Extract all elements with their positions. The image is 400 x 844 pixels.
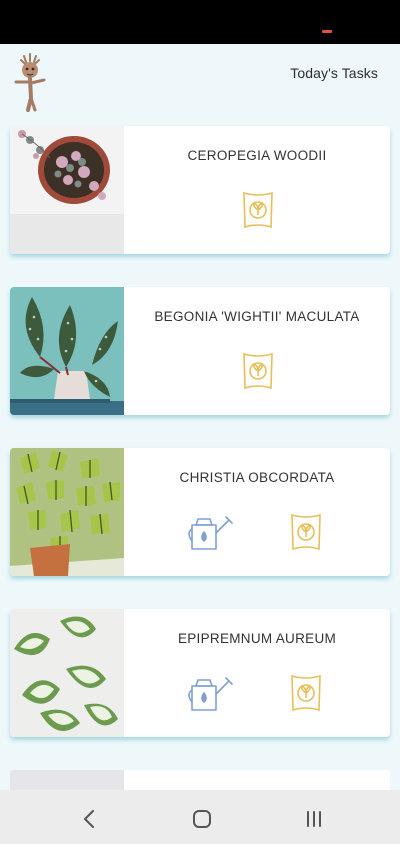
plant-name: CHRISTIA OBCORDATA bbox=[179, 470, 335, 485]
fertilizer-bag-icon[interactable] bbox=[240, 350, 276, 392]
groot-sprout-icon[interactable] bbox=[10, 52, 50, 114]
plant-name: EPIPREMNUM AUREUM bbox=[177, 631, 337, 646]
home-icon[interactable] bbox=[190, 807, 214, 831]
fertilizer-bag-icon[interactable] bbox=[288, 672, 324, 714]
watering-can-icon[interactable] bbox=[186, 511, 234, 553]
fertilizer-bag-icon[interactable] bbox=[240, 189, 276, 231]
plant-card[interactable]: EPIPREMNUM AUREUM bbox=[10, 609, 390, 737]
plant-photo bbox=[10, 609, 124, 737]
page-title: Today's Tasks bbox=[290, 65, 378, 81]
notification-dot bbox=[322, 30, 332, 33]
plant-card[interactable]: CHRISTIA OBCORDATA bbox=[10, 448, 390, 576]
plant-photo bbox=[10, 448, 124, 576]
plant-name: BEGONIA 'WIGHTII' MACULATA bbox=[154, 309, 360, 324]
back-icon[interactable] bbox=[78, 807, 102, 831]
recents-icon[interactable] bbox=[302, 807, 326, 831]
plant-photo bbox=[10, 287, 124, 415]
plant-photo bbox=[10, 126, 124, 254]
status-bar bbox=[0, 0, 400, 44]
fertilizer-bag-icon[interactable] bbox=[288, 511, 324, 553]
app-header: Today's Tasks bbox=[0, 44, 400, 116]
system-nav-bar bbox=[0, 790, 400, 844]
watering-can-icon[interactable] bbox=[186, 672, 234, 714]
plant-name: CEROPEGIA WOODII bbox=[187, 148, 327, 163]
plant-card[interactable]: BEGONIA 'WIGHTII' MACULATA bbox=[10, 287, 390, 415]
plant-card[interactable]: CEROPEGIA WOODII bbox=[10, 126, 390, 254]
